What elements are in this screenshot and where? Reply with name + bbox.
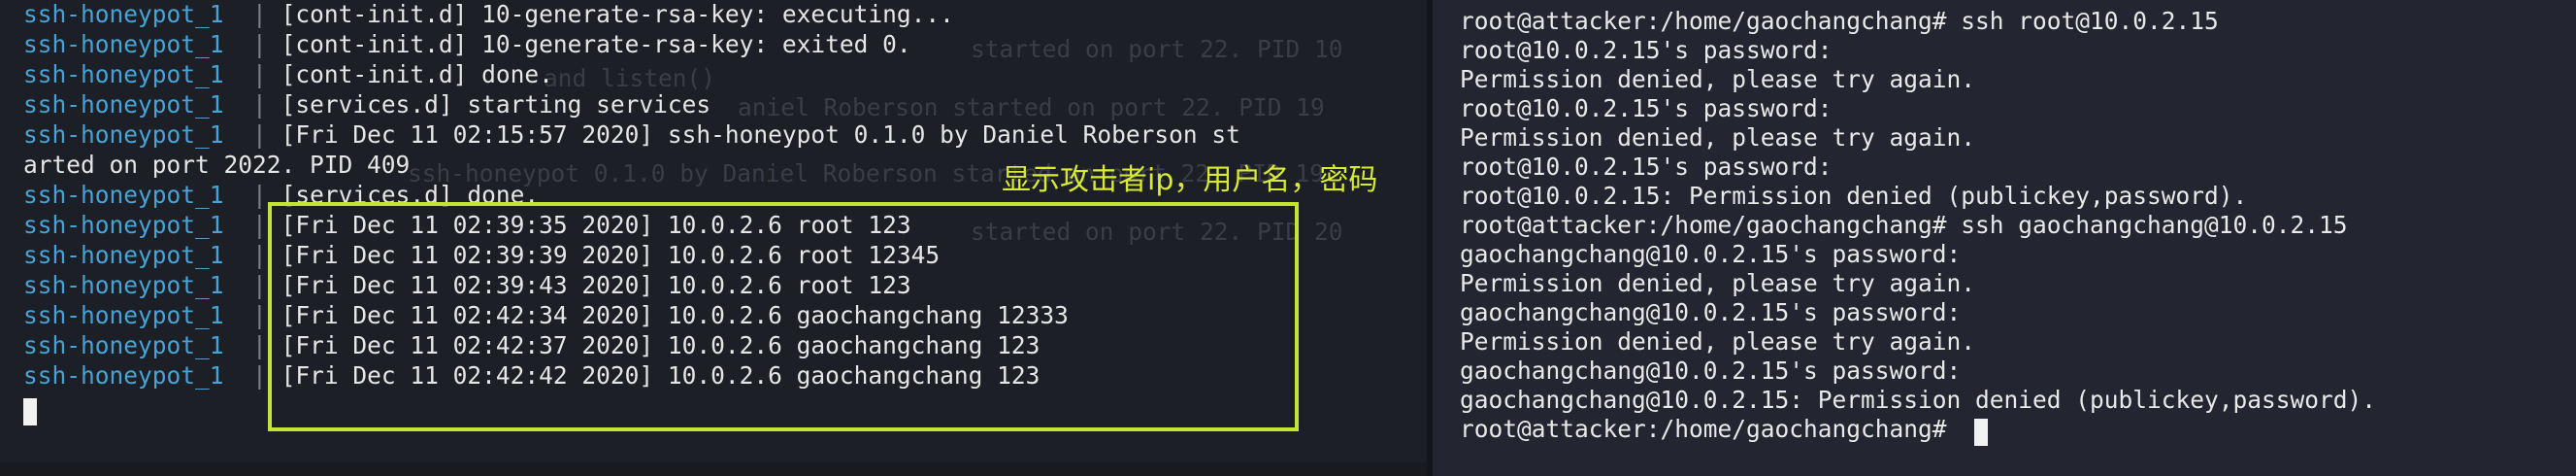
container-prefix: ssh-honeypot_1 [23,331,224,359]
ghost-text: and listen() [544,64,716,92]
log-text: [Fri Dec 11 02:15:57 2020] ssh-honeypot … [281,120,1240,149]
container-prefix: ssh-honeypot_1 [23,361,224,390]
container-prefix: ssh-honeypot_1 [23,241,224,269]
terminal-line: root@attacker:/home/gaochangchang# ssh g… [1460,211,2348,239]
terminal-line: root@10.0.2.15's password: [1460,153,1833,181]
log-text: [cont-init.d] 10-generate-rsa-key: exite… [281,30,911,58]
log-line: ssh-honeypot_1 | [cont-init.d] 10-genera… [23,30,911,58]
terminal-line: gaochangchang@10.0.2.15: Permission deni… [1460,386,2377,414]
terminal-cursor [23,398,37,425]
container-prefix: ssh-honeypot_1 [23,271,224,299]
container-prefix: ssh-honeypot_1 [23,181,224,209]
terminal-line: Permission denied, please try again. [1460,269,1976,297]
ghost-text: started on port 22. PID 10 [971,35,1343,63]
terminal-line: root@attacker:/home/gaochangchang# ssh r… [1460,7,2219,35]
terminal-cursor [1974,419,1988,446]
container-prefix: ssh-honeypot_1 [23,301,224,329]
log-line: ssh-honeypot_1 | [cont-init.d] 10-genera… [23,0,954,28]
terminal-line: root@10.0.2.15's password: [1460,94,1833,122]
container-prefix: ssh-honeypot_1 [23,60,224,88]
log-text: [cont-init.d] done. [281,60,553,88]
log-text: [cont-init.d] 10-generate-rsa-key: execu… [281,0,954,28]
ghost-text: aniel Roberson started on port 22. PID 1… [738,93,1325,121]
terminal-line: gaochangchang@10.0.2.15's password: [1460,298,1962,326]
log-line: ssh-honeypot_1 | [Fri Dec 11 02:15:57 20… [23,120,1240,149]
terminal-line: Permission denied, please try again. [1460,123,1976,152]
log-line: ssh-honeypot_1 | [cont-init.d] done. [23,60,553,88]
log-line-wrapped: arted on port 2022. PID 409 [23,151,410,180]
container-prefix: ssh-honeypot_1 [23,0,224,28]
terminal-prompt[interactable]: root@attacker:/home/gaochangchang# [1460,415,1961,444]
log-text: [services.d] starting services [281,90,711,119]
terminal-line: Permission denied, please try again. [1460,327,1976,356]
log-text: arted on port 2022. PID 409 [23,151,411,179]
annotation-label: 显示攻击者ip，用户名，密码 [1002,163,1378,197]
container-prefix: ssh-honeypot_1 [23,30,224,58]
container-prefix: ssh-honeypot_1 [23,211,224,239]
log-line: ssh-honeypot_1 | [services.d] starting s… [23,90,711,119]
screen: started on port 22. PID 10 and listen() … [0,0,2576,476]
terminal-line: gaochangchang@10.0.2.15's password: [1460,240,1962,268]
pane-bottom-bar [0,462,1427,476]
container-prefix: ssh-honeypot_1 [23,90,224,119]
terminal-line: root@10.0.2.15: Permission denied (publi… [1460,182,2248,210]
terminal-line: root@10.0.2.15's password: [1460,36,1833,64]
terminal-line: Permission denied, please try again. [1460,65,1976,93]
terminal-line: gaochangchang@10.0.2.15's password: [1460,357,1962,385]
highlight-box [268,202,1299,431]
container-prefix: ssh-honeypot_1 [23,120,224,149]
